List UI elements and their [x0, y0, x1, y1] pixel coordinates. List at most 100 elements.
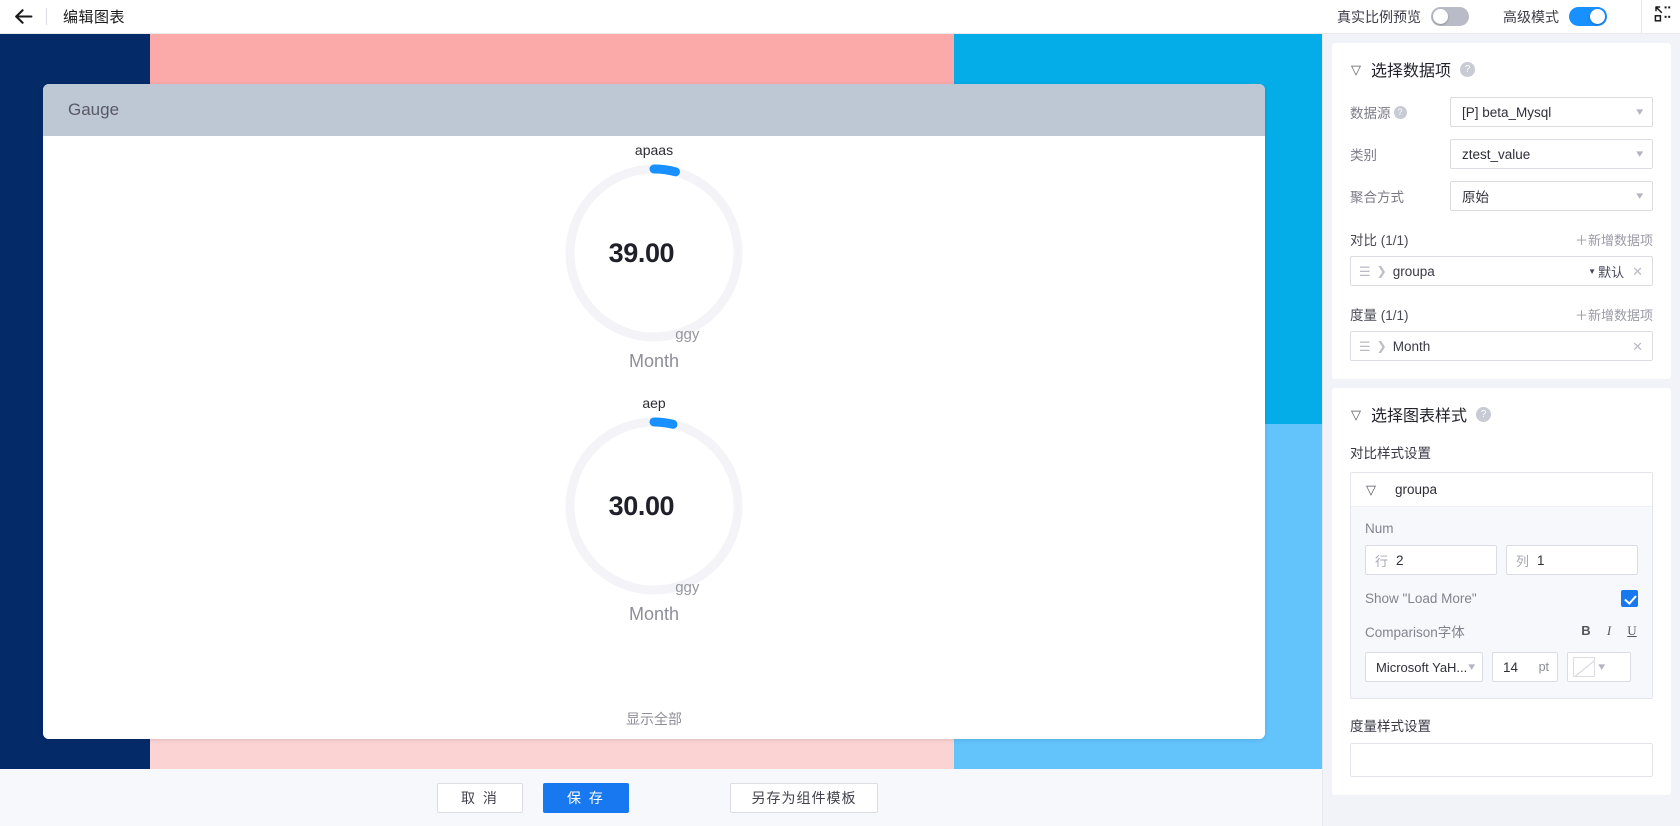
aggregation-select[interactable]: 原始 ▾: [1450, 181, 1653, 211]
datasource-select[interactable]: [P] beta_Mysql ▾: [1450, 97, 1653, 127]
style-section-header[interactable]: ▽ 选择图表样式 ?: [1350, 402, 1653, 426]
category-label: 类别: [1350, 144, 1450, 164]
help-icon[interactable]: ?: [1476, 407, 1491, 422]
save-as-template-button[interactable]: 另存为组件模板: [730, 783, 878, 813]
drag-handle-icon[interactable]: ☰: [1359, 265, 1371, 278]
rows-value: 2: [1396, 553, 1404, 568]
gauge-item: aep 30.00 ggy Month: [43, 395, 1265, 648]
add-measure-item-link[interactable]: ＋新增数据项: [1575, 305, 1653, 324]
datasource-label-text: 数据源: [1350, 102, 1391, 122]
chevron-down-icon[interactable]: ▽: [1350, 408, 1362, 421]
measure-style-label: 度量样式设置: [1350, 715, 1653, 735]
aggregation-field-row: 聚合方式 原始 ▾: [1350, 181, 1653, 211]
font-controls-row: Microsoft YaH... ▾ 14 pt ▾: [1365, 652, 1638, 682]
font-family-select[interactable]: Microsoft YaH... ▾: [1365, 652, 1483, 682]
cols-input[interactable]: 列 1: [1506, 545, 1638, 575]
comparison-item-name: groupa: [1393, 264, 1582, 279]
rows-input[interactable]: 行 2: [1365, 545, 1497, 575]
advanced-toggle-group: 高级模式: [1503, 7, 1607, 27]
measure-item-name: Month: [1393, 339, 1624, 354]
datasource-value: [P] beta_Mysql: [1462, 105, 1637, 120]
font-size-input[interactable]: 14 pt: [1492, 652, 1558, 682]
chart-card-header: Gauge: [43, 84, 1265, 136]
italic-button[interactable]: I: [1603, 623, 1615, 639]
gauge-value: 30.00: [609, 491, 675, 522]
topbar-divider: [46, 8, 47, 25]
comparison-font-label: Comparison字体: [1365, 621, 1465, 641]
aggregation-label: 聚合方式: [1350, 186, 1450, 206]
aggregation-value: 原始: [1462, 186, 1637, 206]
chevron-down-icon: ▾: [1637, 149, 1644, 160]
remove-comparison-item-button[interactable]: ✕: [1630, 265, 1645, 278]
cancel-button[interactable]: 取 消: [437, 783, 523, 813]
cols-value: 1: [1537, 553, 1545, 568]
chart-title: Gauge: [68, 100, 119, 120]
category-label-text: 类别: [1350, 144, 1377, 164]
chevron-right-icon[interactable]: ❯: [1377, 265, 1387, 277]
show-load-more-row: Show "Load More": [1365, 590, 1638, 607]
back-button[interactable]: [0, 0, 46, 33]
bg-block-pink-bottom: [150, 734, 954, 769]
chevron-down-icon: ▾: [1469, 662, 1476, 673]
remove-measure-item-button[interactable]: ✕: [1630, 340, 1645, 353]
aggregation-label-text: 聚合方式: [1350, 186, 1404, 206]
datasource-label: 数据源 ?: [1350, 102, 1450, 122]
cols-prefix: 列: [1516, 551, 1529, 570]
data-section-header[interactable]: ▽ 选择数据项 ?: [1350, 57, 1653, 81]
comparison-subhead-row: 对比 (1/1) ＋新增数据项: [1350, 229, 1653, 249]
category-value: ztest_value: [1462, 147, 1637, 162]
font-color-select[interactable]: ▾: [1567, 652, 1631, 682]
chevron-down-icon[interactable]: ▽: [1350, 63, 1362, 76]
config-panel: ▽ 选择数据项 ? 数据源 ? [P] beta_Mysql ▾ 类别 ztes…: [1322, 34, 1680, 826]
comparison-item-mode-text: 默认: [1598, 262, 1624, 281]
help-icon[interactable]: ?: [1394, 106, 1407, 119]
expand-collapse-icon[interactable]: [1654, 5, 1672, 28]
gauge-unit: ggy: [675, 326, 699, 346]
gauge-center-value: 39.00 ggy: [561, 160, 747, 346]
color-swatch-icon: [1573, 657, 1595, 677]
category-select[interactable]: ztest_value ▾: [1450, 139, 1653, 169]
advanced-mode-label: 高级模式: [1503, 7, 1559, 27]
comparison-item-mode[interactable]: ▼ 默认: [1588, 262, 1624, 281]
measure-item-row[interactable]: ☰ ❯ Month ✕: [1350, 331, 1653, 361]
chevron-right-icon[interactable]: ❯: [1377, 340, 1387, 352]
topbar-icon-group: [1641, 0, 1680, 33]
show-load-more-checkbox[interactable]: [1621, 590, 1638, 607]
realscale-toggle[interactable]: [1431, 7, 1469, 26]
category-field-row: 类别 ztest_value ▾: [1350, 139, 1653, 169]
gauge-center-value: 30.00 ggy: [561, 413, 747, 599]
add-comparison-item-link[interactable]: ＋新增数据项: [1575, 230, 1653, 249]
load-more-link[interactable]: 显示全部: [43, 709, 1265, 729]
help-icon[interactable]: ?: [1460, 62, 1475, 77]
preview-canvas: Gauge apaas 39.00 ggy Month: [0, 34, 1322, 769]
data-section-title: 选择数据项: [1371, 57, 1451, 81]
comparison-item-row[interactable]: ☰ ❯ groupa ▼ 默认 ✕: [1350, 256, 1653, 286]
num-input-row: 行 2 列 1: [1365, 545, 1638, 575]
text-format-buttons: B I U: [1580, 623, 1638, 639]
chevron-down-icon: ▾: [1598, 662, 1605, 673]
font-family-value: Microsoft YaH...: [1376, 660, 1469, 675]
comparison-font-row: Comparison字体 B I U: [1365, 621, 1638, 641]
measure-label: 度量 (1/1): [1350, 304, 1409, 324]
toggle-knob: [1590, 9, 1605, 24]
drag-handle-icon[interactable]: ☰: [1359, 340, 1371, 353]
gauge-category-label: apaas: [635, 142, 673, 158]
gauge-chart-card[interactable]: Gauge apaas 39.00 ggy Month: [43, 84, 1265, 739]
rows-prefix: 行: [1375, 551, 1388, 570]
save-button[interactable]: 保 存: [543, 783, 629, 813]
gauge-unit: ggy: [675, 579, 699, 599]
triangle-down-icon: ▼: [1588, 267, 1596, 276]
bold-button[interactable]: B: [1580, 623, 1592, 639]
gauge-value: 39.00: [609, 238, 675, 269]
measure-style-group[interactable]: [1350, 743, 1653, 777]
comparison-label: 对比 (1/1): [1350, 229, 1409, 249]
advanced-mode-toggle[interactable]: [1569, 7, 1607, 26]
group-header[interactable]: ▽ groupa: [1351, 473, 1652, 507]
show-load-more-label: Show "Load More": [1365, 591, 1477, 606]
comparison-style-group: ▽ groupa Num 行 2 列 1 Show "Load More": [1350, 472, 1653, 699]
underline-button[interactable]: U: [1626, 623, 1638, 639]
style-section-title: 选择图表样式: [1371, 402, 1467, 426]
chevron-down-icon[interactable]: ▽: [1365, 483, 1377, 496]
page-title: 编辑图表: [63, 6, 125, 27]
topbar-right-group: 真实比例预览 高级模式: [1337, 0, 1680, 33]
